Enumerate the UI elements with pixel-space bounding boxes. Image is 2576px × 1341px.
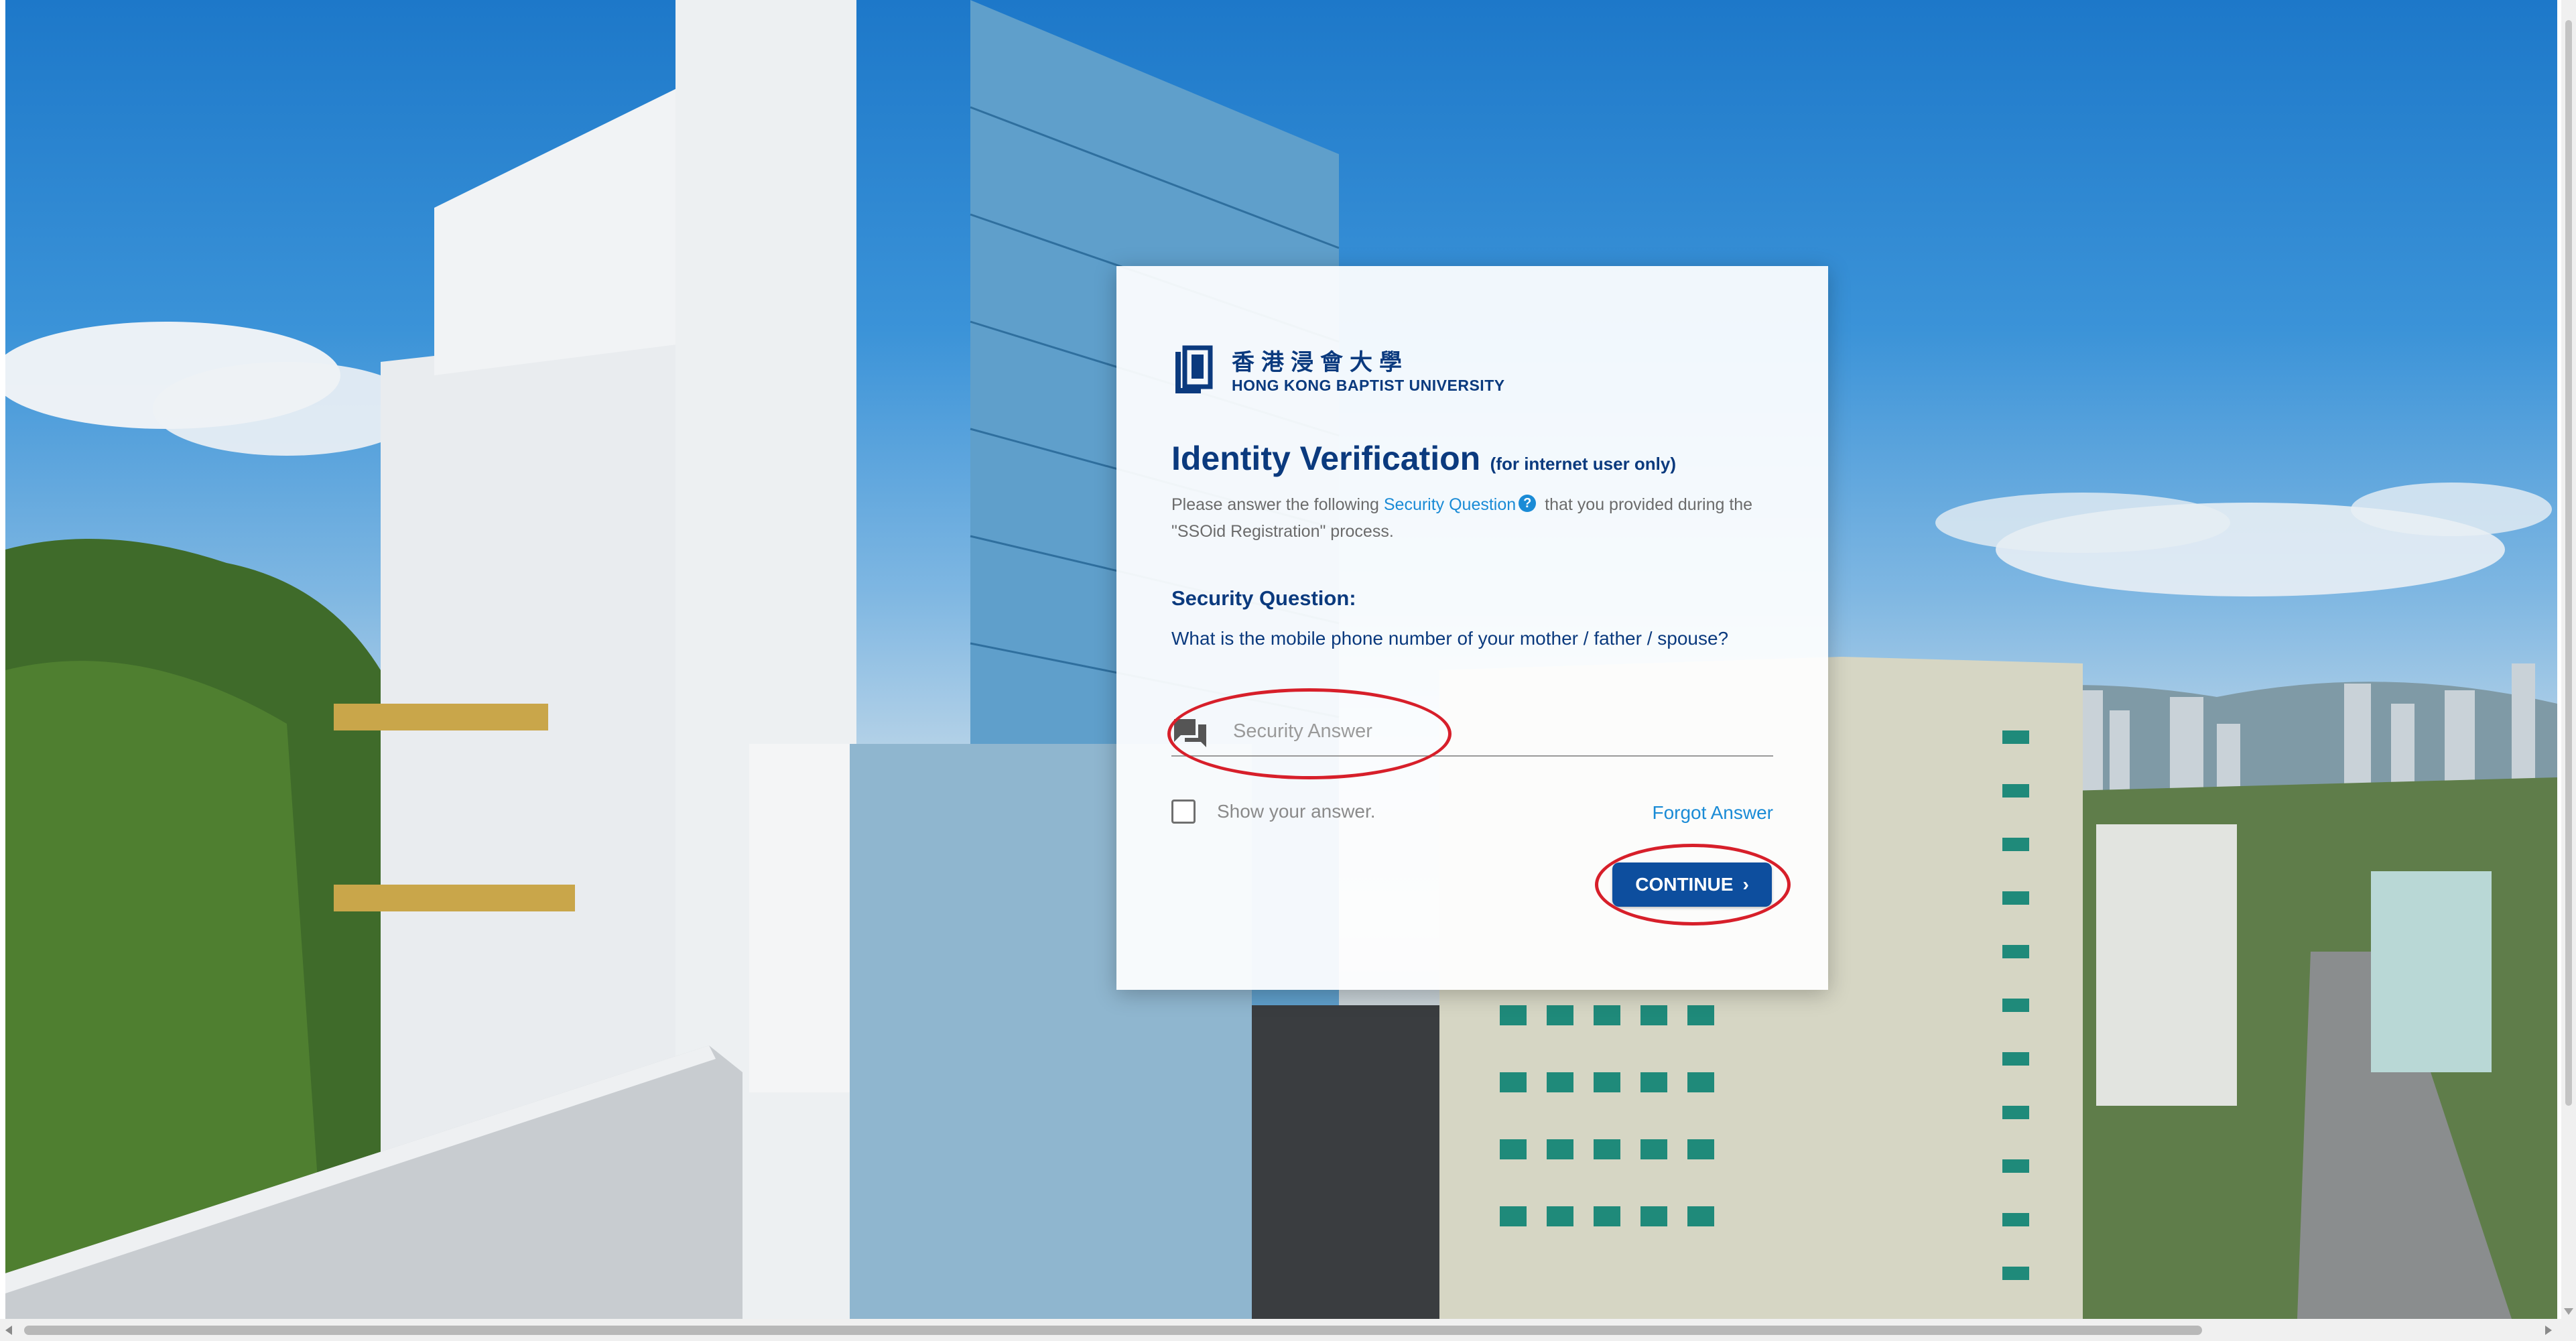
help-icon[interactable]: ?	[1519, 495, 1537, 512]
page-title: Identity Verification	[1171, 440, 1481, 477]
university-logo: 香港浸會大學 HONG KONG BAPTIST UNIVERSITY	[1171, 345, 1505, 399]
page-heading: Identity Verification (for internet user…	[1171, 439, 1676, 478]
chat-bubble-icon	[1174, 719, 1206, 747]
logo-wordmark: 香港浸會大學 HONG KONG BAPTIST UNIVERSITY	[1232, 349, 1505, 395]
show-answer-label[interactable]: Show your answer.	[1217, 801, 1376, 822]
university-name-chinese: 香港浸會大學	[1232, 349, 1409, 376]
vertical-scroll-thumb[interactable]	[2565, 20, 2572, 1106]
identity-verification-card: 香港浸會大學 HONG KONG BAPTIST UNIVERSITY Iden…	[1116, 266, 1828, 990]
security-question-link[interactable]: Security Question	[1384, 495, 1516, 514]
continue-button[interactable]: CONTINUE ›	[1612, 863, 1772, 907]
scroll-left-arrow-icon[interactable]	[5, 1326, 12, 1335]
hkbu-logo-icon	[1175, 345, 1213, 393]
continue-button-label: CONTINUE	[1635, 874, 1734, 895]
security-question-label: Security Question:	[1171, 586, 1356, 610]
horizontal-scroll-thumb[interactable]	[24, 1326, 2202, 1335]
scroll-down-arrow-icon[interactable]	[2564, 1308, 2573, 1315]
security-answer-field	[1171, 708, 1773, 757]
security-question-text: What is the mobile phone number of your …	[1171, 628, 1729, 649]
forgot-answer-link[interactable]: Forgot Answer	[1652, 802, 1773, 824]
show-answer-checkbox[interactable]	[1171, 800, 1196, 824]
page-title-note: (for internet user only)	[1490, 454, 1677, 474]
vertical-scrollbar[interactable]	[2561, 0, 2576, 1319]
chevron-right-icon: ›	[1742, 874, 1749, 895]
show-answer-row: Show your answer.	[1171, 800, 1376, 824]
browser-viewport: 香港浸會大學 HONG KONG BAPTIST UNIVERSITY Iden…	[0, 0, 2576, 1341]
security-answer-input[interactable]	[1232, 714, 1757, 749]
scroll-right-arrow-icon[interactable]	[2545, 1326, 2552, 1335]
horizontal-scrollbar[interactable]	[0, 1319, 2576, 1341]
instructions-before: Please answer the following	[1171, 495, 1379, 514]
instructions-text: Please answer the following Security Que…	[1171, 491, 1775, 545]
university-name-english: HONG KONG BAPTIST UNIVERSITY	[1232, 377, 1505, 394]
